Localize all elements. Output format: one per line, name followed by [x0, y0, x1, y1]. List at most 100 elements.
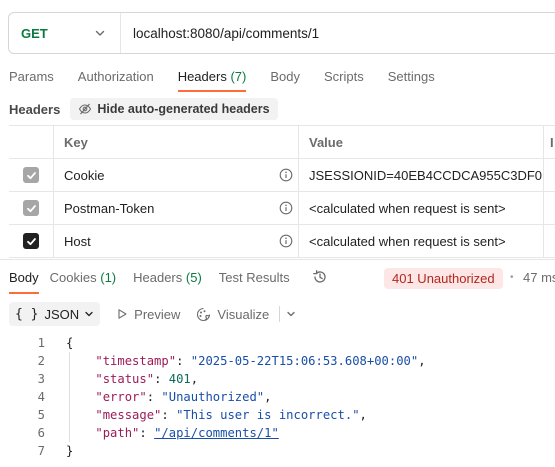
headers-section-title: Headers — [9, 101, 61, 117]
json-key: "path" — [95, 426, 140, 440]
extra-cell — [544, 192, 555, 224]
url-input[interactable]: localhost:8080/api/comments/1 — [121, 26, 319, 41]
code-line: 3 "status": 401, — [0, 370, 555, 388]
history-icon[interactable] — [312, 269, 328, 285]
line-number: 5 — [37, 408, 45, 422]
tab-count: (1) — [100, 270, 117, 285]
braces-icon: { } — [15, 306, 39, 322]
code-text: "path": "/api/comments/1" — [45, 424, 279, 442]
response-body-editor[interactable]: 1 { 2 "timestamp": "2025-05-22T15:06:53.… — [0, 334, 555, 460]
headers-subheader: Headers Hide auto-generated headers — [9, 98, 278, 120]
row-checkbox[interactable] — [23, 233, 39, 249]
visualize-button[interactable]: Visualize — [196, 307, 269, 322]
tab-authorization[interactable]: Authorization — [78, 68, 154, 92]
extra-cell — [544, 159, 555, 191]
column-header-key: Key — [54, 126, 299, 158]
format-divider — [279, 306, 281, 322]
check-icon — [26, 204, 36, 212]
info-icon[interactable] — [279, 168, 293, 182]
table-row: Cookie JSESSIONID=40EB4CCDCA955C3DF0... — [9, 159, 555, 192]
code-line: 5 "message": "This user is incorrect.", — [0, 406, 555, 424]
method-selector[interactable]: GET — [9, 13, 121, 53]
json-value: 401 — [168, 372, 191, 386]
tab-label: Body — [9, 270, 39, 285]
code-line: 1 { — [0, 334, 555, 352]
column-label: Key — [64, 134, 88, 150]
tab-label: Headers — [133, 270, 183, 285]
key-cell[interactable]: Host — [54, 225, 299, 257]
tab-test-results[interactable]: Test Results — [219, 270, 290, 294]
value-cell[interactable]: JSESSIONID=40EB4CCDCA955C3DF0... — [299, 159, 544, 191]
json-value: "This user is incorrect." — [176, 408, 360, 422]
request-tabs: Params Authorization Headers (7) Body Sc… — [9, 68, 459, 92]
json-key: "status" — [95, 372, 155, 386]
table-header-row: Key Value I — [9, 126, 555, 159]
visualize-icon — [197, 307, 211, 321]
response-time[interactable]: 47 ms — [523, 270, 555, 285]
value-cell[interactable]: <calculated when request is sent> — [299, 225, 544, 257]
json-key: "error" — [95, 390, 147, 404]
code-text: "message": "This user is incorrect.", — [45, 406, 367, 424]
json-link-value[interactable]: "/api/comments/1" — [154, 426, 279, 440]
tab-headers[interactable]: Headers (7) — [177, 68, 247, 92]
response-divider[interactable] — [0, 259, 555, 260]
tab-body[interactable]: Body — [270, 68, 300, 92]
tab-label: Cookies — [49, 270, 97, 285]
header-key: Host — [64, 233, 91, 249]
tab-label: Body — [270, 69, 300, 84]
indent-guide — [69, 388, 70, 406]
status-badge[interactable]: 401 Unauthorized — [384, 268, 503, 289]
response-tabs: Body Cookies (1) Headers (5) Test Result… — [9, 270, 307, 294]
format-selector[interactable]: { } JSON — [9, 302, 101, 326]
visualize-options-chevron-icon[interactable] — [286, 309, 296, 319]
code-line: 7 } — [0, 442, 555, 460]
header-key: Postman-Token — [64, 200, 155, 216]
indent-guide — [69, 406, 70, 424]
info-icon[interactable] — [279, 201, 293, 215]
value-cell[interactable]: <calculated when request is sent> — [299, 192, 544, 224]
check-icon — [26, 171, 36, 179]
row-checkbox[interactable] — [23, 167, 39, 183]
line-number: 6 — [37, 426, 45, 440]
indent-guide — [69, 370, 70, 388]
extra-cell — [544, 225, 555, 257]
comma: , — [359, 408, 367, 422]
json-value: "Unauthorized" — [161, 390, 265, 404]
header-key: Cookie — [64, 167, 105, 183]
info-icon[interactable] — [279, 234, 293, 248]
checkbox-cell — [9, 192, 54, 224]
preview-button[interactable]: Preview — [116, 307, 180, 322]
tab-settings[interactable]: Settings — [388, 68, 435, 92]
table-row: Postman-Token <calculated when request i… — [9, 192, 555, 225]
column-header-extra: I — [544, 126, 555, 158]
check-icon — [26, 237, 36, 245]
code-text: } — [45, 442, 73, 460]
line-number: 1 — [37, 336, 45, 350]
close-brace: } — [66, 444, 74, 458]
tab-count: (7) — [230, 69, 247, 84]
indent-guide — [69, 352, 70, 370]
key-cell[interactable]: Postman-Token — [54, 192, 299, 224]
row-checkbox[interactable] — [23, 200, 39, 216]
code-text: { — [45, 334, 73, 352]
tab-scripts[interactable]: Scripts — [324, 68, 364, 92]
tab-params[interactable]: Params — [9, 68, 54, 92]
eye-off-icon — [79, 103, 92, 115]
tab-response-body[interactable]: Body — [9, 270, 39, 294]
hide-auto-generated-headers-button[interactable]: Hide auto-generated headers — [70, 98, 278, 120]
request-url-bar: GET localhost:8080/api/comments/1 — [8, 12, 555, 54]
key-cell[interactable]: Cookie — [54, 159, 299, 191]
code-line: 6 "path": "/api/comments/1" — [0, 424, 555, 442]
header-value: <calculated when request is sent> — [309, 233, 506, 249]
tab-label: Authorization — [77, 69, 154, 84]
comma: , — [418, 354, 426, 368]
json-key: "message" — [95, 408, 162, 422]
tab-label: Settings — [387, 69, 435, 84]
header-value: <calculated when request is sent> — [309, 200, 506, 216]
tab-response-headers[interactable]: Headers (5) — [133, 270, 202, 294]
play-icon — [118, 309, 127, 319]
json-key: "timestamp" — [95, 354, 177, 368]
tab-cookies[interactable]: Cookies (1) — [50, 270, 116, 294]
checkbox-cell — [9, 159, 54, 191]
code-line: 4 "error": "Unauthorized", — [0, 388, 555, 406]
